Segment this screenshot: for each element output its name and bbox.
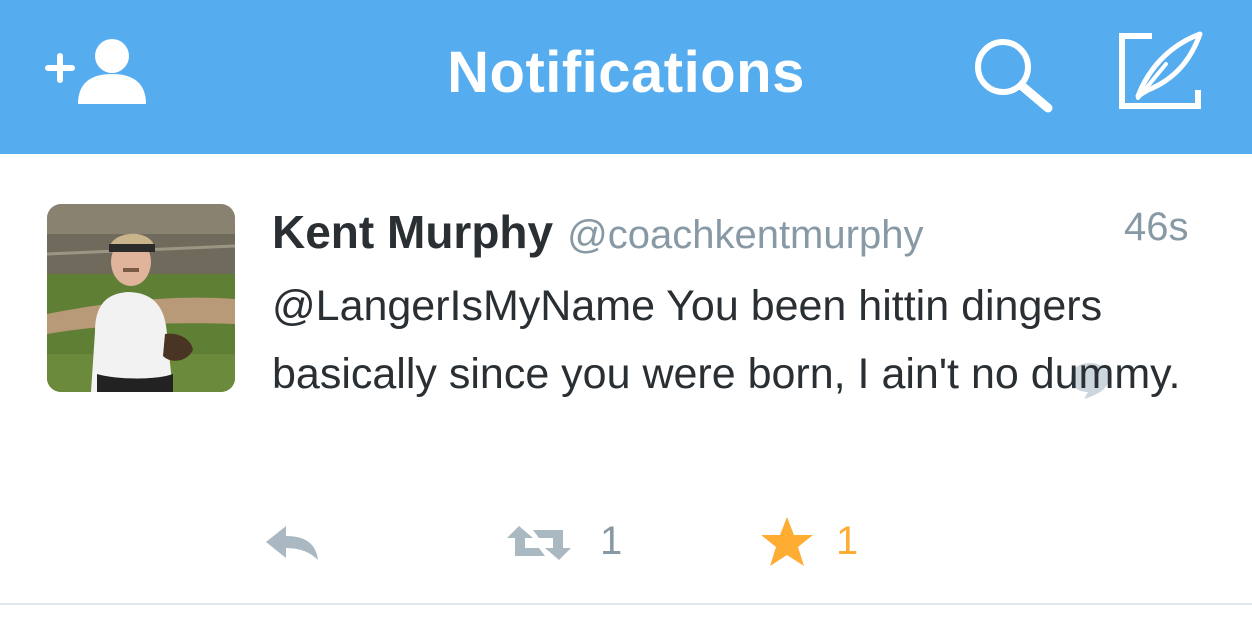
handle[interactable]: @coachkentmurphy: [567, 213, 923, 257]
reply-icon[interactable]: [262, 522, 326, 567]
star-icon[interactable]: [758, 514, 816, 575]
divider: [0, 603, 1252, 605]
tweet-header: Kent Murphy @coachkentmurphy: [272, 202, 923, 262]
search-icon[interactable]: [970, 34, 1060, 114]
nav-bar: Notifications: [0, 0, 1252, 154]
avatar[interactable]: [47, 204, 235, 392]
tweet-text: @LangerIsMyName You been hittin dingers …: [272, 282, 1181, 398]
favorite-count: 1: [836, 519, 859, 563]
timestamp: 46s: [1124, 205, 1189, 249]
tweet-card[interactable]: Kent Murphy @coachkentmurphy 46s @LangerI…: [0, 154, 1252, 602]
retweet-icon[interactable]: [505, 522, 573, 569]
page-title: Notifications: [447, 40, 805, 105]
display-name[interactable]: Kent Murphy: [272, 206, 553, 258]
compose-icon[interactable]: [1118, 30, 1208, 112]
retweet-count: 1: [600, 519, 623, 563]
